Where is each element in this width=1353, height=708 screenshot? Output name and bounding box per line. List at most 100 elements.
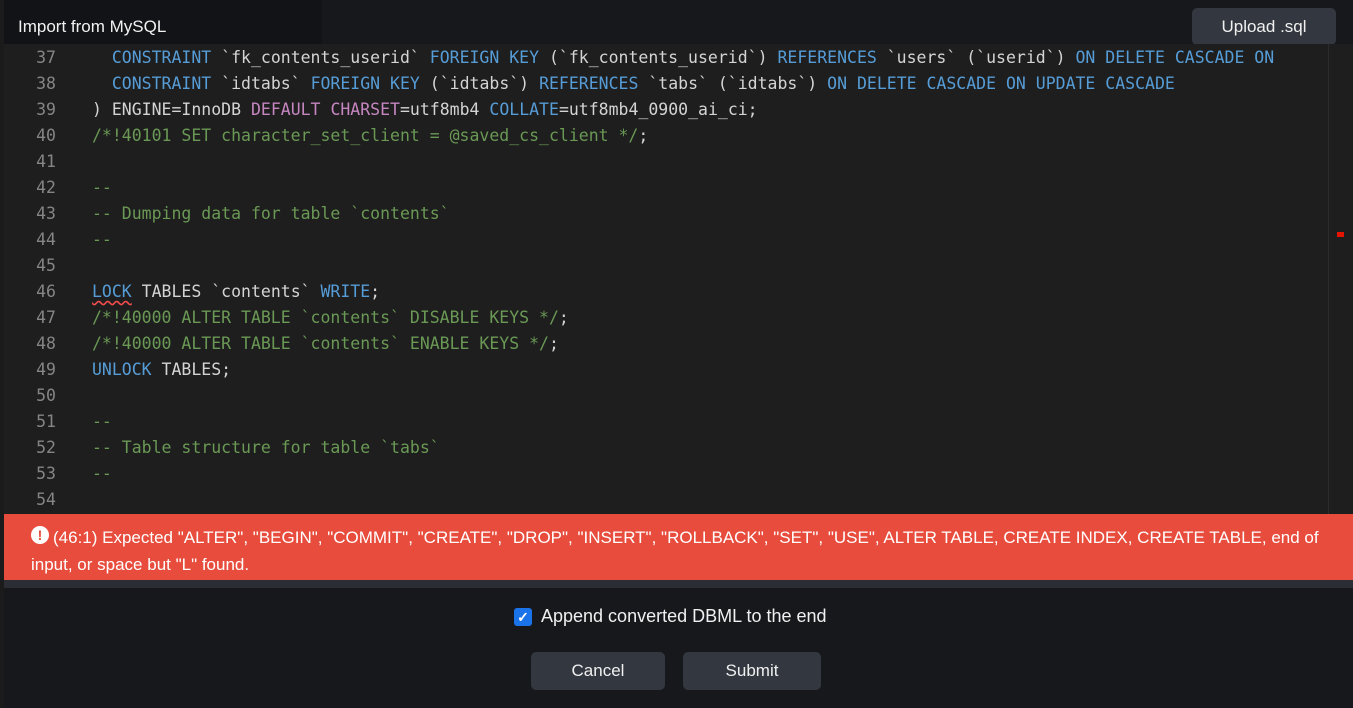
append-dbml-label[interactable]: Append converted DBML to the end [541, 606, 827, 627]
code-token: -- Table structure for table `tabs` [92, 438, 440, 457]
line-number: 47 [36, 308, 56, 327]
code-token: TABLES; [151, 360, 232, 379]
cancel-button[interactable]: Cancel [531, 652, 665, 690]
code-text: -- [92, 227, 112, 253]
code-token: ON DELETE CASCADE ON [1075, 48, 1275, 67]
code-line: 38 CONSTRAINT `idtabs` FOREIGN KEY (`idt… [4, 71, 1353, 97]
upload-sql-button[interactable]: Upload .sql [1192, 8, 1336, 45]
code-line: 39) ENGINE=InnoDB DEFAULT CHARSET=utf8mb… [4, 97, 1353, 123]
sql-editor[interactable]: 37 CONSTRAINT `fk_contents_userid` FOREI… [4, 44, 1353, 514]
code-text: /*!40101 SET character_set_client = @sav… [92, 123, 648, 149]
code-line: 51 -- [4, 409, 1353, 435]
code-token: REFERENCES [777, 48, 877, 67]
code-line: 46 LOCK TABLES `contents` WRITE; [4, 279, 1353, 305]
line-number: 38 [36, 74, 56, 93]
code-line: 49 UNLOCK TABLES; [4, 357, 1353, 383]
line-number: 46 [36, 282, 56, 301]
code-line: 41 [4, 149, 1353, 175]
code-text: /*!40000 ALTER TABLE `contents` DISABLE … [92, 305, 569, 331]
code-text: -- [92, 461, 112, 487]
submit-button[interactable]: Submit [683, 652, 821, 690]
code-text: /*!40000 ALTER TABLE `contents` ENABLE K… [92, 331, 559, 357]
code-token: CHARSET [330, 100, 400, 119]
syntax-error-token: LOCK [92, 282, 132, 301]
code-text: LOCK TABLES `contents` WRITE; [92, 279, 380, 305]
code-token: -- [92, 230, 112, 249]
code-token: `idtabs` [211, 74, 311, 93]
line-number: 53 [36, 464, 56, 483]
code-line: 48 /*!40000 ALTER TABLE `contents` ENABLE… [4, 331, 1353, 357]
code-token: ON DELETE CASCADE ON UPDATE CASCADE [827, 74, 1175, 93]
code-line: 44 -- [4, 227, 1353, 253]
line-number: 39 [36, 100, 56, 119]
code-text: UNLOCK TABLES; [92, 357, 231, 383]
code-token: FOREIGN KEY [310, 74, 420, 93]
code-line: 37 CONSTRAINT `fk_contents_userid` FOREI… [4, 45, 1353, 71]
code-text: ) ENGINE=InnoDB DEFAULT CHARSET=utf8mb4 … [92, 97, 758, 123]
code-text: -- Dumping data for table `contents` [92, 201, 450, 227]
code-token: /*!40000 ALTER TABLE `contents` DISABLE … [92, 308, 559, 327]
code-token: =utf8mb4 [399, 100, 490, 119]
line-number: 48 [36, 334, 56, 353]
line-number: 41 [36, 152, 56, 171]
error-banner: ! (46:1) Expected "ALTER", "BEGIN", "COM… [4, 514, 1353, 580]
error-banner-footer [4, 580, 1353, 588]
code-token: UNLOCK [92, 360, 152, 379]
code-text: -- [92, 175, 112, 201]
append-dbml-checkbox[interactable]: ✓ [514, 608, 532, 626]
modal-title: Import from MySQL [18, 17, 167, 36]
line-number: 42 [36, 178, 56, 197]
code-token: ) ENGINE=InnoDB [92, 100, 251, 119]
line-number: 37 [36, 48, 56, 67]
code-line: 50 [4, 383, 1353, 409]
line-number: 40 [36, 126, 56, 145]
import-mysql-modal: Import from MySQL Upload .sql 37 CONSTRA… [4, 0, 1353, 708]
code-line: 40 /*!40101 SET character_set_client = @s… [4, 123, 1353, 149]
code-text: CONSTRAINT `fk_contents_userid` FOREIGN … [92, 45, 1274, 71]
code-text: CONSTRAINT `idtabs` FOREIGN KEY (`idtabs… [92, 71, 1175, 97]
code-token: /*!40000 ALTER TABLE `contents` ENABLE K… [92, 334, 549, 353]
code-text: -- Table structure for table `tabs` [92, 435, 440, 461]
line-number: 45 [36, 256, 56, 275]
code-token: `users` (`userid`) [876, 48, 1076, 67]
code-token: COLLATE [489, 100, 559, 119]
line-number: 43 [36, 204, 56, 223]
code-token: `fk_contents_userid` [211, 48, 430, 67]
code-token: REFERENCES [539, 74, 639, 93]
code-token: DEFAULT [250, 100, 321, 119]
line-number: 52 [36, 438, 56, 457]
line-number: 49 [36, 360, 56, 379]
code-token: ; [548, 334, 559, 353]
code-token: FOREIGN KEY [429, 48, 540, 67]
line-number: 51 [36, 412, 56, 431]
code-line: 54 [4, 487, 1353, 513]
code-token: -- Dumping data for table `contents` [92, 204, 450, 223]
code-line: 43 -- Dumping data for table `contents` [4, 201, 1353, 227]
line-number: 54 [36, 490, 56, 509]
code-token: WRITE [320, 282, 371, 301]
code-token: -- [92, 178, 112, 197]
code-text: -- [92, 409, 112, 435]
code-token: CONSTRAINT [111, 48, 212, 67]
line-number: 50 [36, 386, 56, 405]
code-line: 42 -- [4, 175, 1353, 201]
code-token: CONSTRAINT [111, 74, 212, 93]
code-token: TABLES `contents` [131, 282, 321, 301]
code-token: -- [92, 412, 112, 431]
code-line: 47 /*!40000 ALTER TABLE `contents` DISABL… [4, 305, 1353, 331]
code-line: 52 -- Table structure for table `tabs` [4, 435, 1353, 461]
code-token: ; [370, 282, 381, 301]
line-number: 44 [36, 230, 56, 249]
code-token: ; [638, 126, 649, 145]
code-line: 53 -- [4, 461, 1353, 487]
error-message: (46:1) Expected "ALTER", "BEGIN", "COMMI… [31, 528, 1319, 574]
code-line: 45 [4, 253, 1353, 279]
code-token: =utf8mb4_0900_ai_ci; [558, 100, 758, 119]
code-token: ; [558, 308, 569, 327]
code-token: (`idtabs`) [419, 74, 540, 93]
code-token: `tabs` (`idtabs`) [638, 74, 828, 93]
code-token: (`fk_contents_userid`) [539, 48, 778, 67]
